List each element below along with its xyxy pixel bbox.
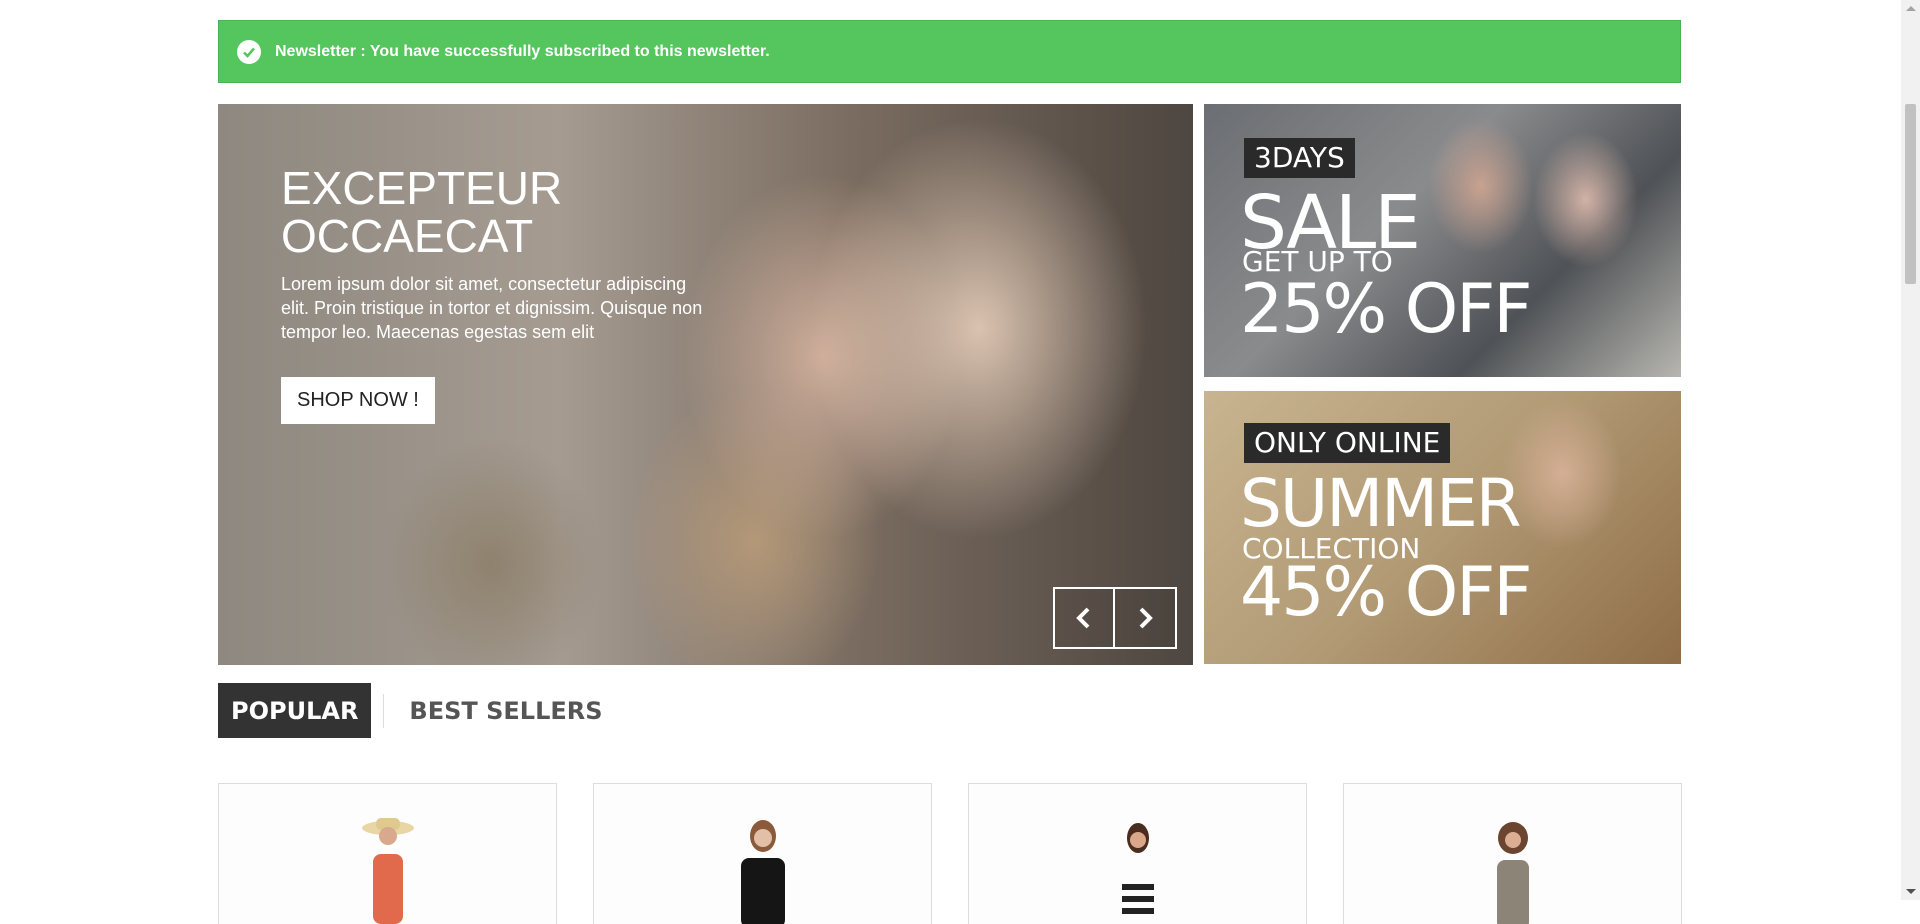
page-scrollbar[interactable]: [1901, 0, 1920, 900]
banner-label: ONLY ONLINE: [1244, 423, 1451, 463]
slider-prev-button[interactable]: [1053, 587, 1115, 649]
banner-offer: 45% OFF: [1240, 553, 1533, 632]
scroll-up-arrow-icon[interactable]: [1906, 6, 1916, 11]
product-card[interactable]: [218, 783, 557, 924]
slide-caption: EXCEPTEUR OCCAECAT Lorem ipsum dolor sit…: [281, 164, 711, 424]
product-card[interactable]: [1343, 783, 1682, 924]
scroll-down-arrow-icon[interactable]: [1906, 889, 1916, 894]
sale-banner[interactable]: 3DAYS SALE GET UP TO 25% OFF: [1204, 104, 1681, 377]
product-card[interactable]: [593, 783, 932, 924]
slider-nav: [1053, 587, 1177, 649]
product-image: [1496, 822, 1529, 924]
hero-slider[interactable]: EXCEPTEUR OCCAECAT Lorem ipsum dolor sit…: [218, 104, 1193, 665]
product-image: [1121, 823, 1154, 914]
shop-now-button[interactable]: SHOP NOW !: [281, 377, 435, 424]
product-card[interactable]: [968, 783, 1307, 924]
tab-divider: [383, 693, 385, 728]
tab-best-sellers[interactable]: BEST SELLERS: [396, 683, 615, 738]
chevron-left-icon: [1076, 607, 1090, 629]
slide-title: EXCEPTEUR OCCAECAT: [281, 162, 563, 262]
banner-label: 3DAYS: [1244, 138, 1355, 178]
alert-message: Newsletter : You have successfully subsc…: [275, 42, 770, 60]
banner-offer: 25% OFF: [1240, 270, 1533, 349]
newsletter-success-alert: Newsletter : You have successfully subsc…: [218, 20, 1681, 83]
scrollbar-thumb[interactable]: [1905, 104, 1916, 284]
tab-popular[interactable]: POPULAR: [218, 683, 372, 738]
product-grid: [218, 783, 1682, 924]
slider-next-button[interactable]: [1115, 587, 1177, 649]
product-image: [361, 818, 414, 924]
summer-collection-banner[interactable]: ONLY ONLINE SUMMER COLLECTION 45% OFF: [1204, 391, 1681, 664]
product-image: [740, 820, 785, 924]
banner-headline: SUMMER: [1240, 465, 1522, 542]
check-circle-icon: [237, 39, 261, 64]
chevron-right-icon: [1139, 607, 1153, 629]
product-tabs: POPULAR BEST SELLERS: [218, 683, 616, 738]
slide-text: Lorem ipsum dolor sit amet, consectetur …: [281, 274, 703, 342]
